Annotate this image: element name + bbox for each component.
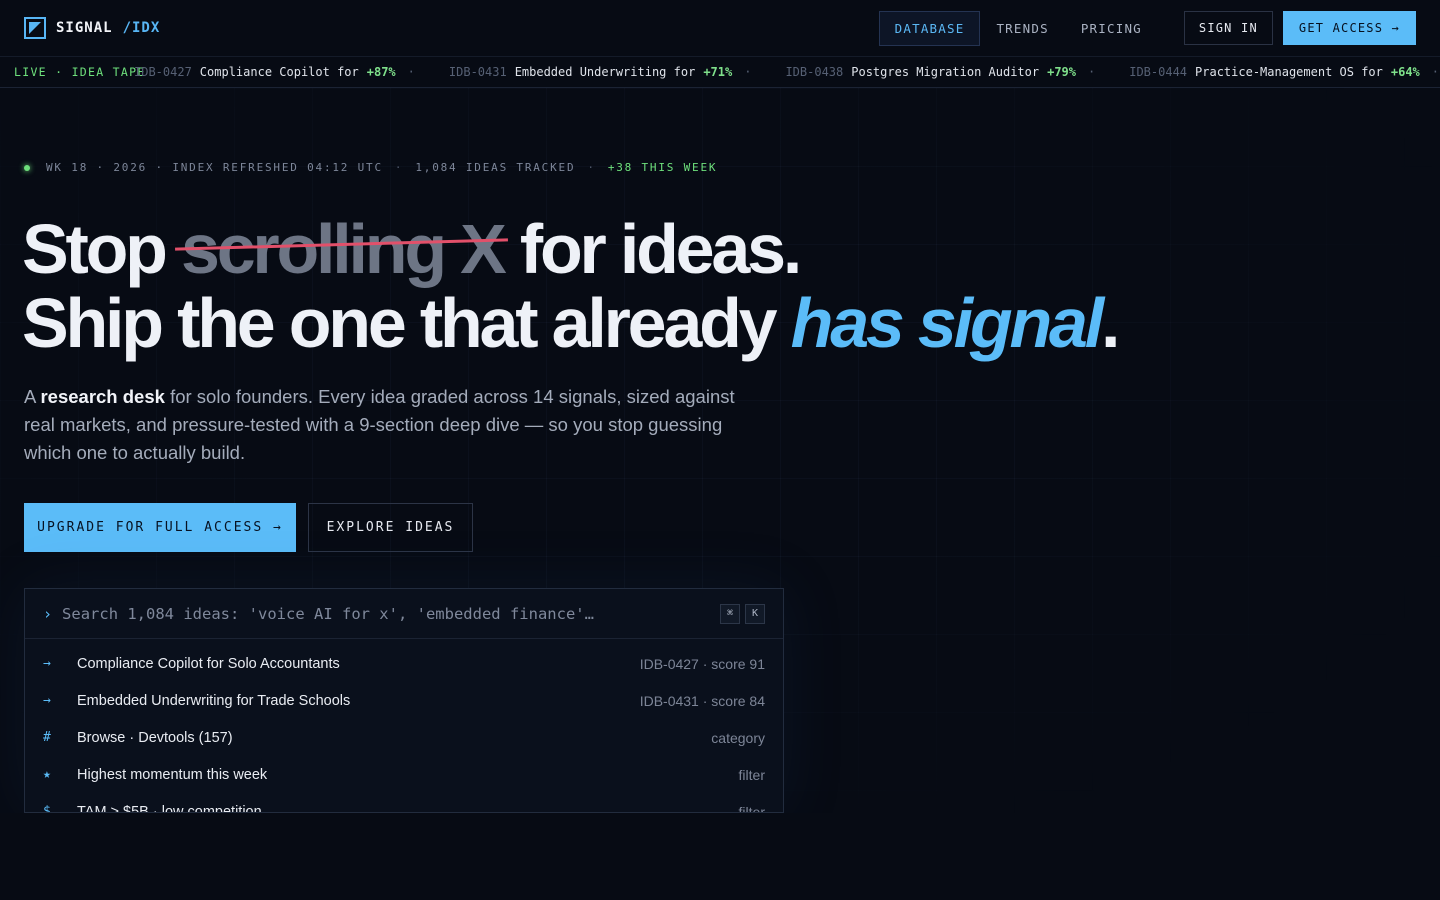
ticker-item[interactable]: IDB-0427 Compliance Copilot for +87% · [134,65,415,79]
ticker-item-change: +87% [366,65,396,79]
status-separator: · [394,161,404,174]
search-panel: › ⌘ K → Compliance Copilot for Solo Acco… [24,588,784,813]
arrow-right-icon: → [43,656,51,671]
ticker-item-change: +71% [703,65,733,79]
status-delta: +38 THIS WEEK [607,161,718,174]
page-bottom [0,813,1440,900]
ticker-item-id: IDB-0444 [1129,65,1188,79]
hash-icon: # [43,730,51,745]
idea-ticker: LIVE · IDEA TAPE IDB-0427 Compliance Cop… [0,56,1440,88]
list-item[interactable]: ★ Highest momentum this week filter [25,756,783,793]
hero-subcopy: A research desk for solo founders. Every… [24,383,764,467]
star-icon: ★ [43,767,51,782]
dollar-icon: $ [43,804,51,813]
list-item[interactable]: # Browse · Devtools (157) category [25,719,783,756]
headline-period: . [1101,284,1121,362]
status-tracked: 1,084 IDEAS TRACKED [415,161,576,174]
ticker-item-title: Compliance Copilot for [199,65,359,79]
nav-trends[interactable]: TRENDS [980,11,1064,46]
ticker-label: LIVE · IDEA TAPE [14,65,146,79]
ticker-item[interactable]: IDB-0431 Embedded Underwriting for +71% … [449,65,752,79]
list-item[interactable]: → Embedded Underwriting for Trade School… [25,682,783,719]
result-meta: filter [738,803,765,813]
upgrade-button[interactable]: UPGRADE FOR FULL ACCESS → [24,503,296,552]
headline-word: for ideas. [519,210,802,288]
ticker-item-change: +79% [1047,65,1076,79]
top-nav: SIGNAL /IDX DATABASE TRENDS PRICING SIGN… [0,0,1440,56]
nav-database[interactable]: DATABASE [878,10,981,46]
ticker-item-change: +64% [1390,65,1420,79]
nav-pricing[interactable]: PRICING [1065,11,1158,46]
search-input[interactable] [62,604,715,623]
list-item[interactable]: $ TAM > $5B · low competition filter [25,793,783,813]
result-title: Highest momentum this week [77,766,268,783]
status-week: WK 18 · 2026 · INDEX REFRESHED 04:12 UTC [46,161,383,174]
ticker-separator: · [1088,65,1096,79]
live-dot-icon [24,164,30,171]
ticker-item-title: Practice-Management OS for [1195,65,1383,79]
ticker-track: IDB-0427 Compliance Copilot for +87% · I… [134,65,1440,79]
list-item[interactable]: → Compliance Copilot for Solo Accountant… [25,645,783,682]
ticker-item[interactable]: IDB-0444 Practice-Management OS for +64%… [1129,65,1439,79]
hero-headline: Stop scrolling X for ideas. Ship the one… [22,212,1121,362]
headline-word: Ship the one that already [22,284,778,362]
logo-icon [24,17,46,39]
ticker-separator: · [407,65,415,79]
nav-links: DATABASE TRENDS PRICING SIGN IN GET ACCE… [878,10,1416,46]
headline-line-2: Ship the one that already has signal. [22,284,1121,362]
result-title: Browse · Devtools (157) [77,729,233,746]
headline-word: Stop [22,210,168,288]
headline-line-1: Stop scrolling X for ideas. [22,212,1117,286]
subcopy-pre: A [24,386,36,407]
ticker-item[interactable]: IDB-0438 Postgres Migration Auditor +79%… [785,65,1095,79]
command-key-icon: ⌘ [720,603,740,624]
result-title: Embedded Underwriting for Trade Schools [77,692,351,709]
result-meta: IDB-0431 · score 84 [639,692,765,709]
status-separator: · [587,161,596,174]
search-results: → Compliance Copilot for Solo Accountant… [25,639,783,813]
result-title: Compliance Copilot for Solo Accountants [77,655,340,672]
ticker-item-id: IDB-0438 [785,65,844,79]
arrow-right-icon: → [43,693,51,708]
ticker-separator: · [744,65,752,79]
ticker-separator: · [1431,65,1440,79]
index-status: WK 18 · 2026 · INDEX REFRESHED 04:12 UTC… [24,161,717,174]
prompt-caret-icon: › [43,604,53,623]
result-meta: filter [738,766,765,783]
cta-row: UPGRADE FOR FULL ACCESS → EXPLORE IDEAS [24,503,473,552]
headline-struck-text: scrolling X [180,210,507,288]
result-meta: IDB-0427 · score 91 [639,655,765,672]
get-access-button[interactable]: GET ACCESS → [1282,11,1416,45]
search-bar: › ⌘ K [25,589,783,639]
ticker-item-title: Embedded Underwriting for [514,65,696,79]
k-key-icon: K [745,603,765,624]
brand-logo[interactable]: SIGNAL /IDX [24,17,160,39]
sign-in-button[interactable]: SIGN IN [1183,11,1273,45]
brand-name: SIGNAL [56,20,113,36]
result-meta: category [711,729,765,746]
brand-suffix: /IDX [122,20,161,36]
result-title: TAM > $5B · low competition [77,803,262,813]
ticker-item-title: Postgres Migration Auditor [851,65,1040,79]
ticker-item-id: IDB-0427 [134,65,192,79]
explore-ideas-button[interactable]: EXPLORE IDEAS [308,503,473,552]
headline-accent: has signal [790,284,1105,362]
subcopy-bold: research desk [40,386,165,407]
ticker-item-id: IDB-0431 [448,65,507,79]
